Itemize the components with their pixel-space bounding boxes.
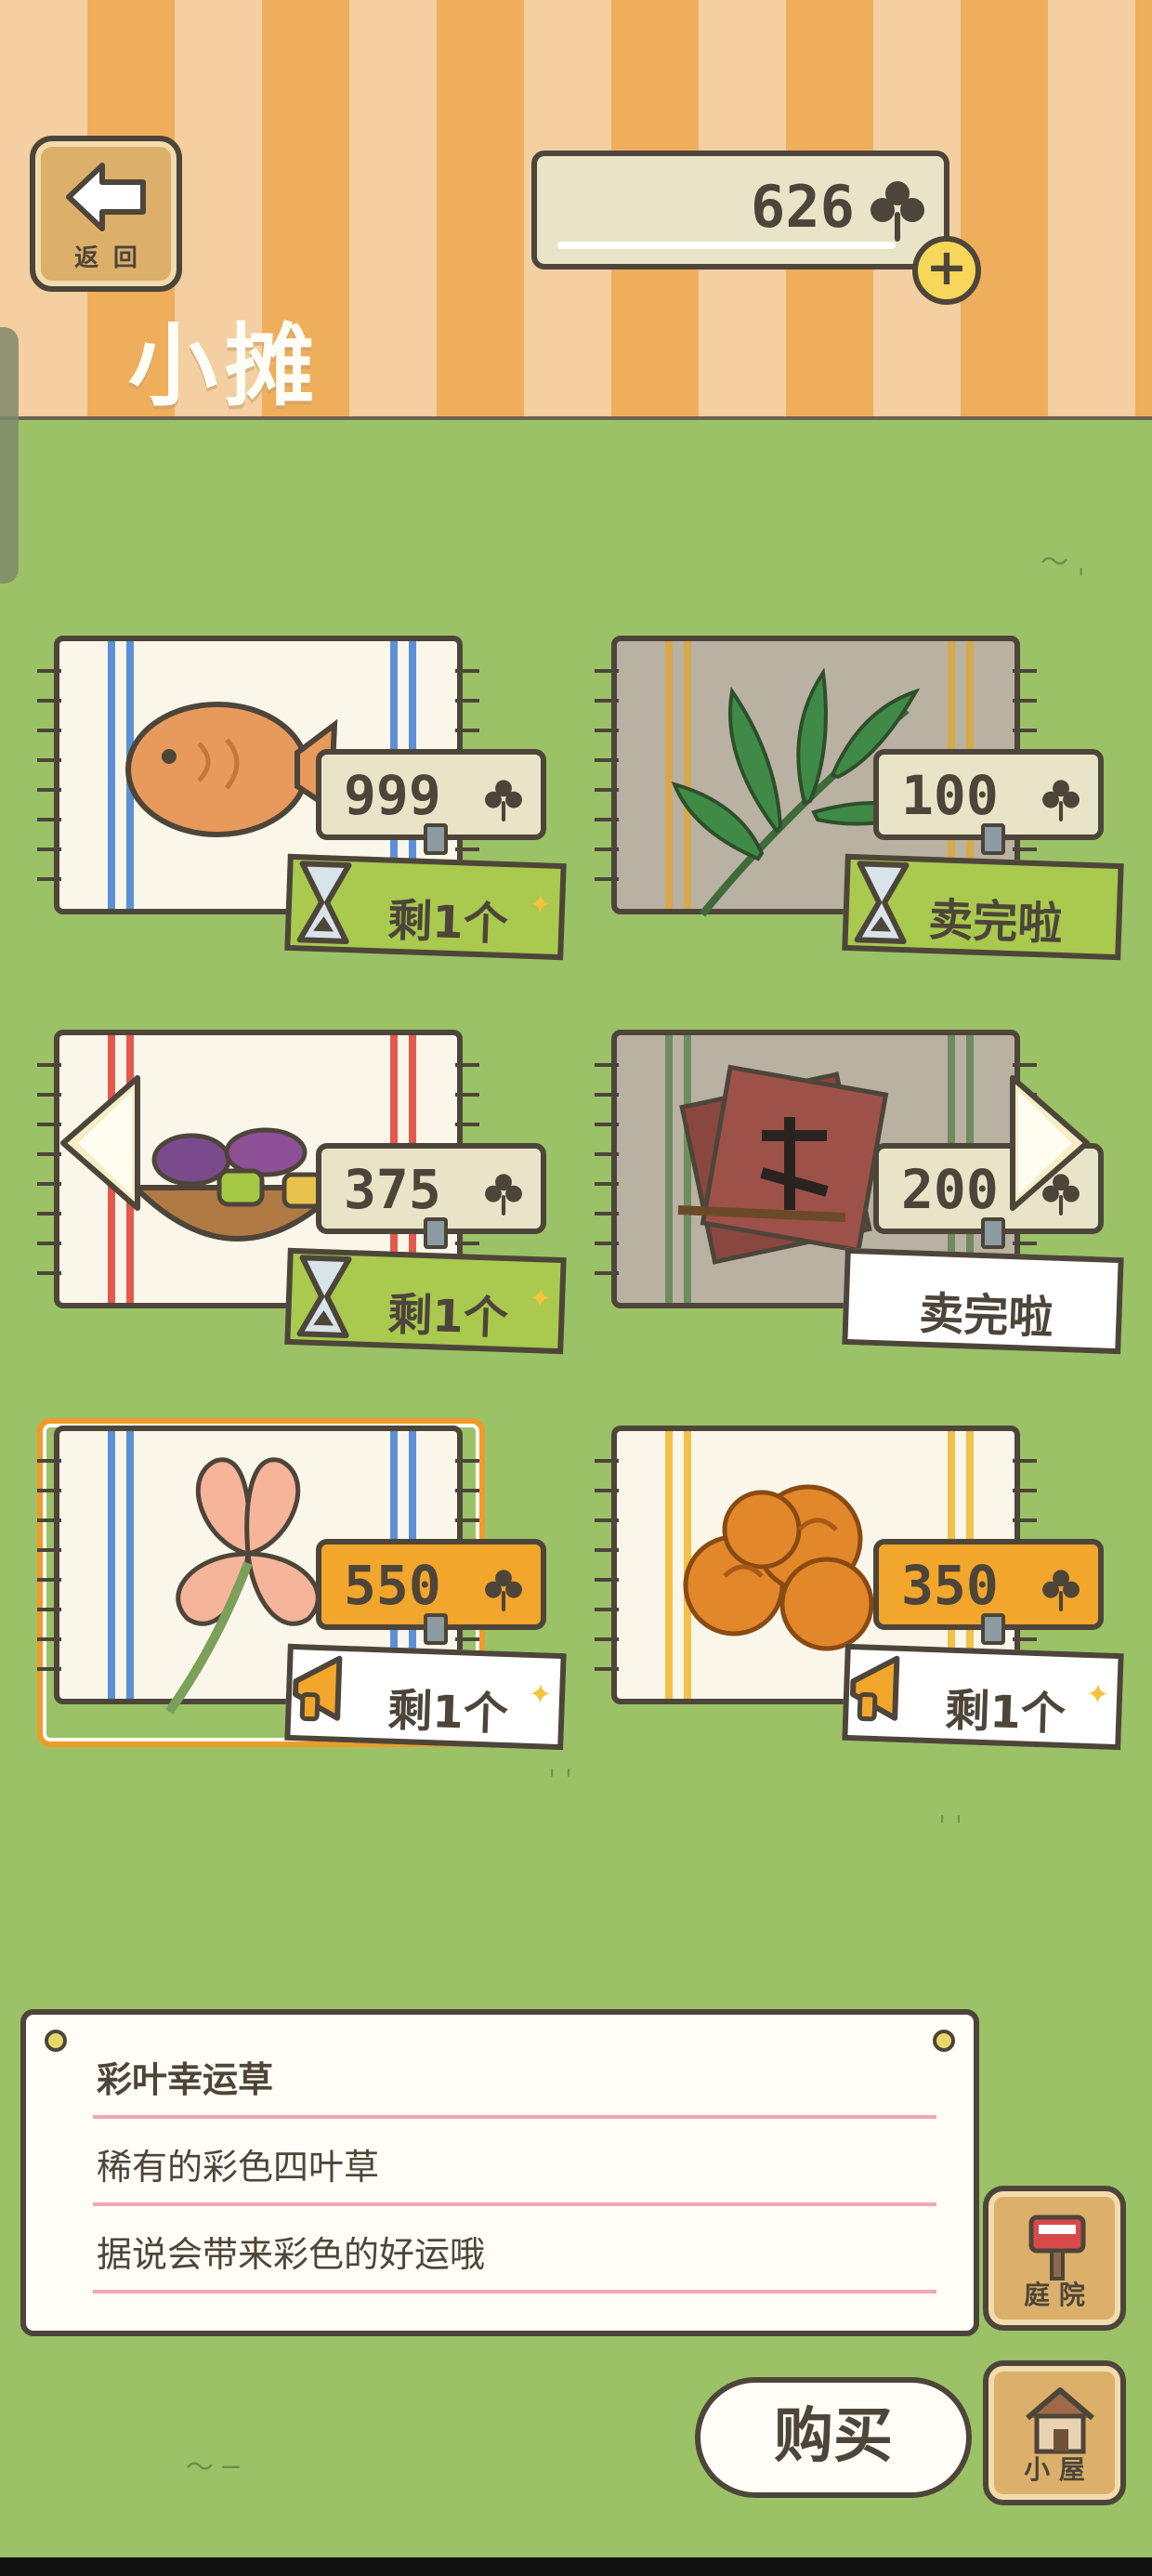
stock-label: 剩1个 [386,894,509,952]
balance-value: 626 [751,173,855,241]
stock-status: 剩1个 ✦ [284,853,567,961]
price-tag: 999 [316,749,546,855]
stock-label: 卖完啦 [927,893,1064,951]
item-price: 100 [901,764,999,827]
fried-dough-icon [683,1484,874,1651]
price-tag: 350 [873,1539,1104,1645]
price-tag: 550 [316,1539,546,1645]
price-tag: 375 [316,1143,546,1249]
item-description-1: 稀有的彩色四叶草 [97,2147,380,2188]
back-button[interactable]: 返 回 [30,136,182,292]
item-price: 375 [344,1158,441,1221]
sparkle-icon: ✦ [1085,1677,1110,1712]
yard-button[interactable]: 庭 院 [983,2186,1126,2331]
add-clover-button[interactable]: + [912,236,981,305]
chevron-left-icon[interactable] [54,1069,147,1217]
back-arrow-icon [66,163,146,231]
plus-icon: + [925,238,968,296]
house-icon [1026,2387,1094,2454]
grass-tuft: ˌ ˌ [548,1747,573,1780]
shop-item-card[interactable]: 100 卖完啦 [595,636,1124,979]
shop-item-card-selected[interactable]: 550 剩1个 ✦ [37,1426,567,1769]
item-price: 200 [901,1158,999,1221]
shop-item-card[interactable]: 999 剩1个 ✦ [37,636,567,979]
clover-icon [1042,1570,1080,1611]
stock-status: 卖完啦 [842,853,1124,961]
price-tag: 100 [873,749,1104,855]
hourglass-icon [296,861,352,945]
back-label: 返 回 [74,244,137,272]
clover-icon [871,181,924,242]
item-description-board: 彩叶幸运草 稀有的彩色四叶草 据说会带来彩色的好运哦 [20,2009,979,2336]
buy-button[interactable]: 购买 [695,2377,972,2498]
stock-status: 剩1个 ✦ [842,1643,1124,1751]
shop-header: 返 回 小摊 626 + [0,0,1152,420]
hourglass-icon [854,861,910,945]
hourglass-icon [296,1255,352,1339]
house-button[interactable]: 小 屋 [983,2360,1126,2505]
balance-highlight [557,242,896,249]
description-line: 稀有的彩色四叶草 [93,2121,936,2206]
page-title: 小摊 [128,314,321,418]
item-price: 999 [344,764,441,827]
yard-label: 庭 院 [1024,2280,1085,2310]
chevron-right-icon[interactable] [1003,1069,1096,1217]
sold-out-label: 卖完啦 [842,1247,1124,1355]
clover-icon [485,1174,522,1216]
sparkle-icon: ✦ [528,1677,553,1712]
house-label: 小 屋 [1024,2454,1085,2485]
grass-tuft: ˌ ˌ [938,1794,963,1826]
grass-tuft: 〜 ˌ [1041,546,1085,579]
megaphone-icon [293,1655,343,1722]
item-price: 350 [901,1554,999,1617]
item-description-2: 据说会带来彩色的好运哦 [97,2234,486,2275]
shop-item-card[interactable]: 350 剩1个 ✦ [595,1426,1124,1769]
side-pull-tab[interactable] [0,327,19,584]
yard-mailbox-icon [1028,2215,1086,2280]
item-price: 550 [344,1554,441,1617]
clover-icon [485,780,522,821]
stock-label: 卖完啦 [918,1287,1054,1345]
taiyaki-icon [125,702,338,837]
sparkle-icon: ✦ [528,887,553,922]
stock-status: 剩1个 ✦ [284,1643,567,1751]
system-nav-bar [0,2557,1152,2576]
description-line: 据说会带来彩色的好运哦 [93,2208,936,2293]
sparkle-icon: ✦ [528,1281,553,1316]
megaphone-icon [850,1655,900,1722]
stock-label: 剩1个 [386,1684,509,1741]
description-title-line: 彩叶幸运草 [93,2033,936,2119]
grass-tuft: 〜 ─ [186,2451,240,2484]
clover-balance: 626 [531,151,949,269]
clover-icon [1042,780,1080,821]
stock-label: 剩1个 [944,1684,1067,1741]
stock-status: 剩1个 ✦ [284,1247,567,1355]
stock-label: 剩1个 [386,1288,509,1346]
shop-item-card[interactable]: 200 卖完啦 [595,1030,1124,1373]
clover-icon [485,1570,522,1611]
item-name: 彩叶幸运草 [97,2059,274,2100]
